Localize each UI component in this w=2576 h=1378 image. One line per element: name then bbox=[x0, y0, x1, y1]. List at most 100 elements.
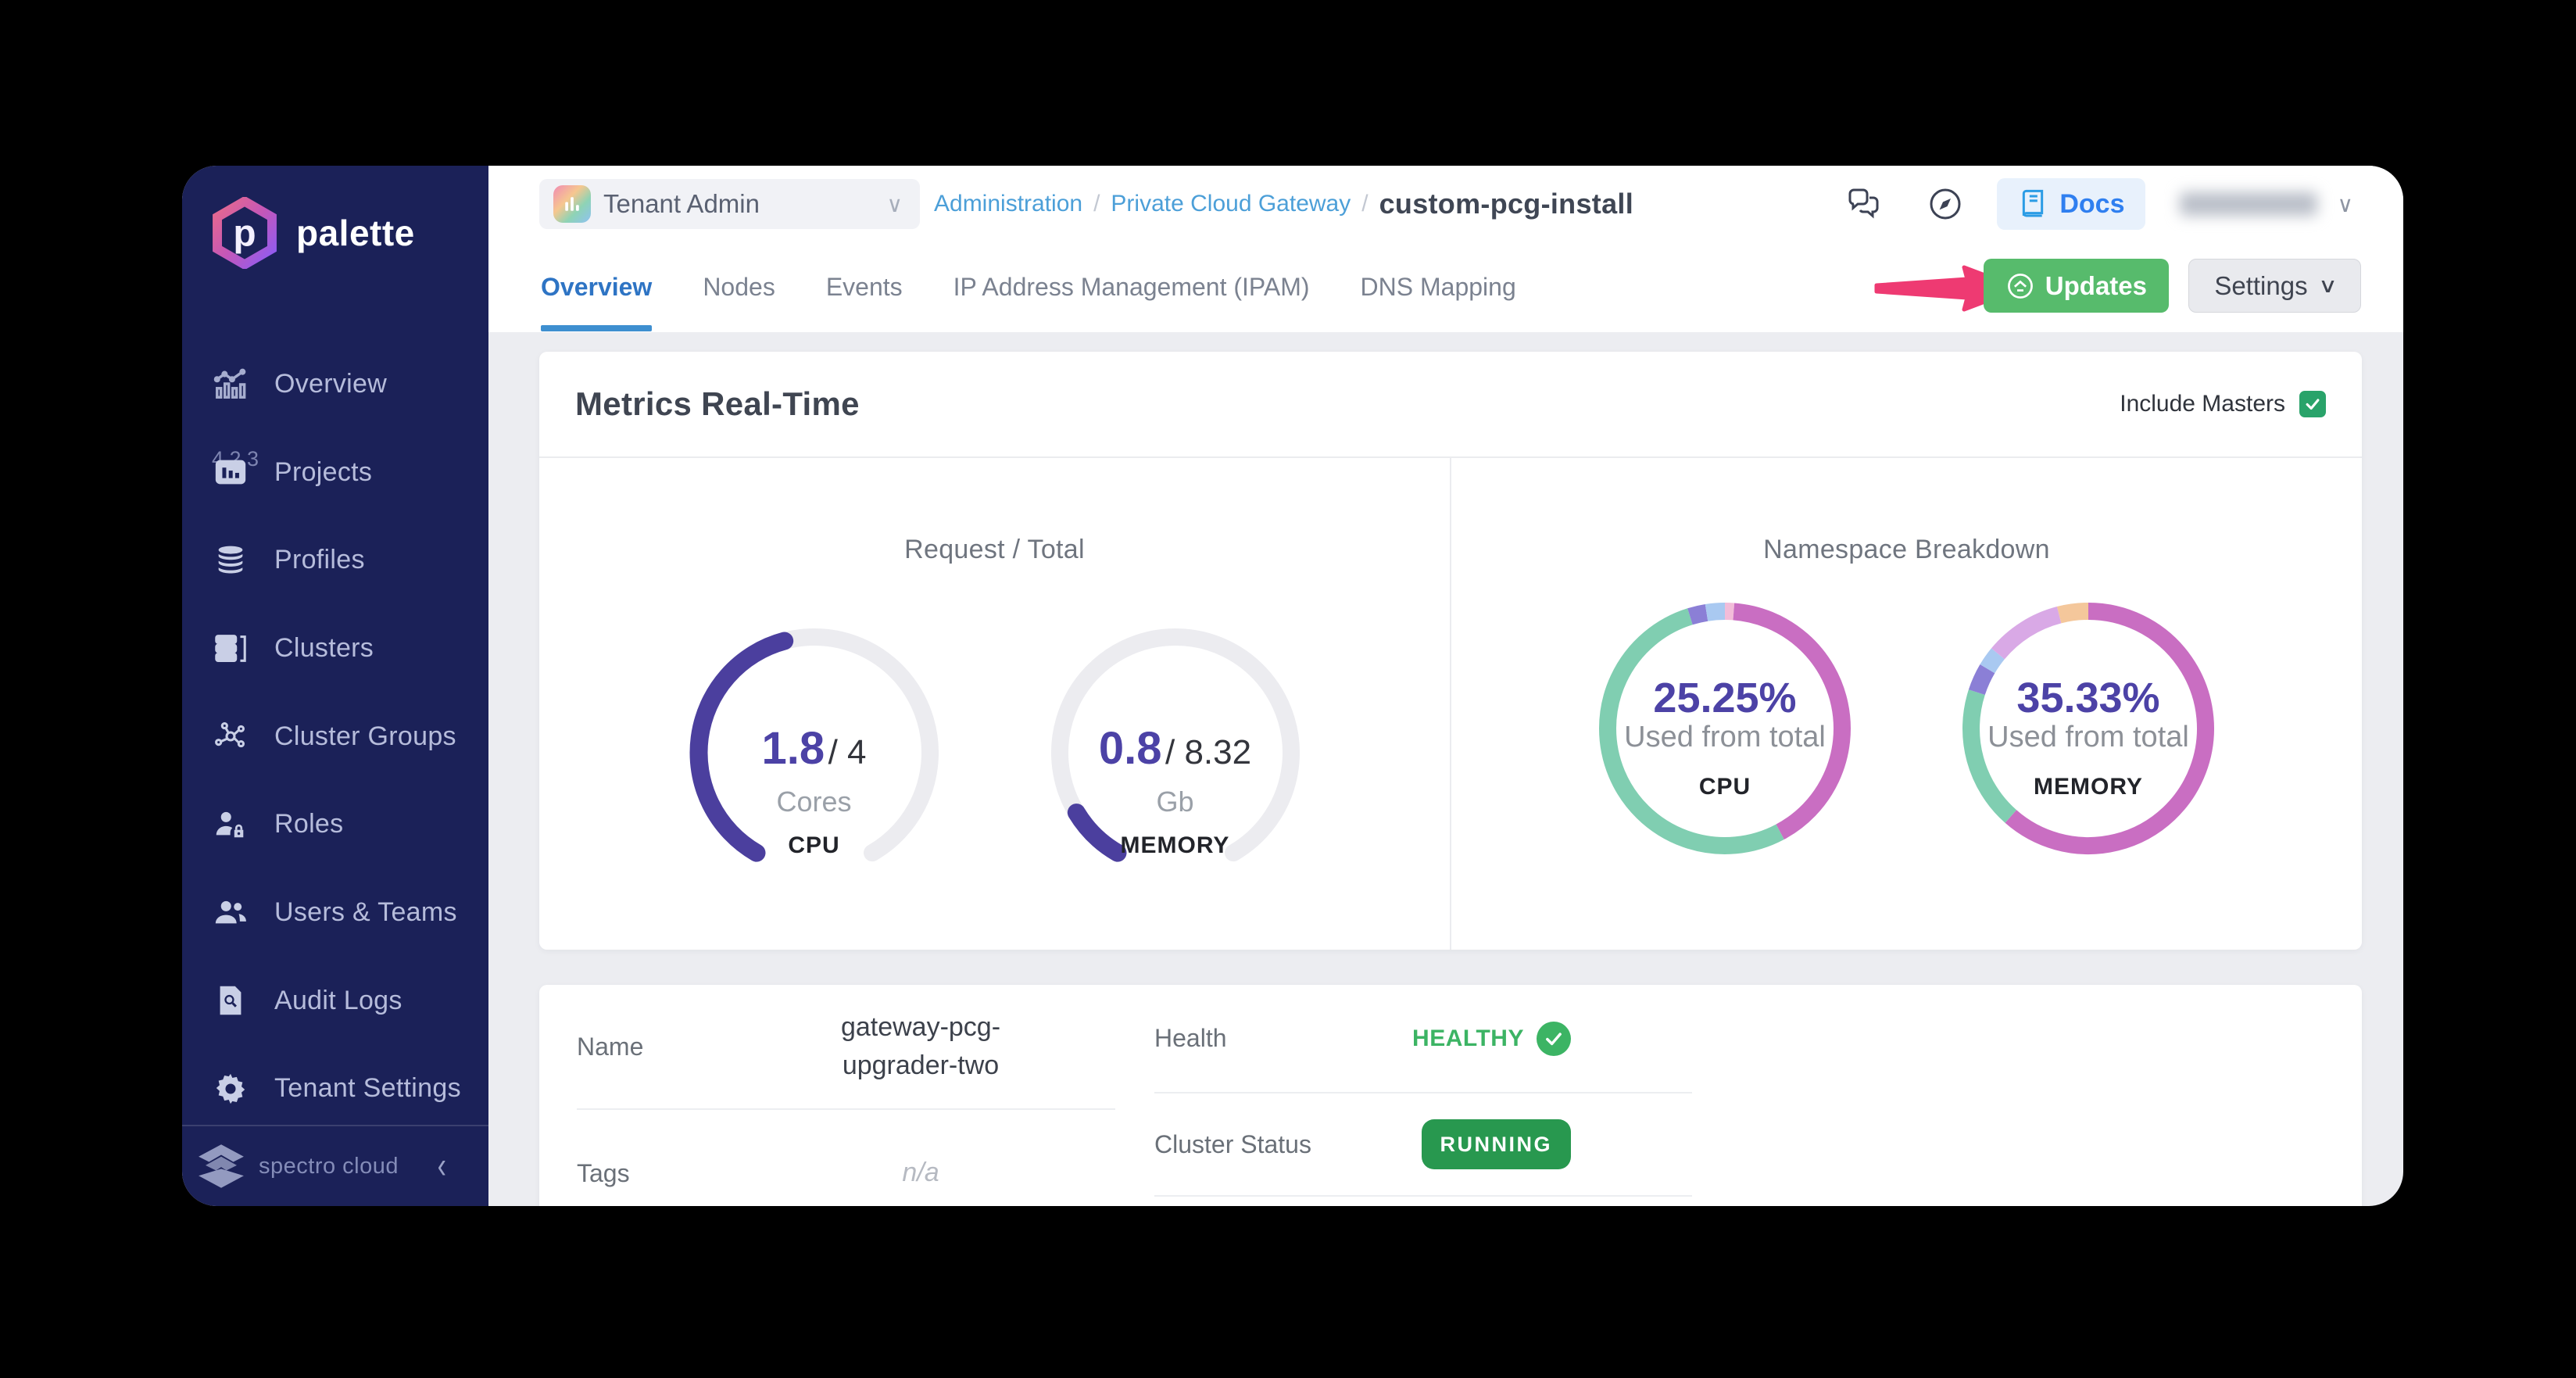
settings-label: Settings bbox=[2214, 271, 2307, 301]
health-value: HEALTHY bbox=[1412, 1022, 1571, 1056]
metrics-card-header: Metrics Real-Time Include Masters bbox=[539, 352, 2362, 456]
sidebar-item-cluster-groups[interactable]: Cluster Groups bbox=[182, 693, 488, 781]
tab-ipam[interactable]: IP Address Management (IPAM) bbox=[953, 242, 1310, 332]
logo-wordmark: palette bbox=[296, 212, 415, 254]
sidebar-item-label: Audit Logs bbox=[274, 986, 402, 1016]
check-icon bbox=[2304, 396, 2321, 413]
svg-text:p: p bbox=[233, 213, 256, 255]
memory-metric-label: MEMORY bbox=[1043, 832, 1308, 859]
docs-button[interactable]: Docs bbox=[1997, 178, 2145, 230]
sidebar-collapse-icon[interactable]: ‹ bbox=[438, 1145, 446, 1188]
metrics-title: Metrics Real-Time bbox=[575, 385, 860, 423]
metrics-card: Metrics Real-Time Include Masters Reques bbox=[539, 352, 2362, 950]
namespace-cpu-donut: 25.25% Used from total CPU bbox=[1592, 596, 1858, 861]
health-label: Health bbox=[1154, 1024, 1227, 1053]
namespace-memory-percent: 35.33% bbox=[1955, 674, 2221, 722]
metrics-body: Request / Total 1.8 / 4 Cores CPU bbox=[539, 456, 2362, 950]
topbar-actions: Docs ∨ bbox=[1845, 178, 2353, 230]
gateway-details-card: Name gateway-pcg-upgrader-two Tags n/a H… bbox=[539, 985, 2362, 1206]
main-area: Tenant Admin ∨ Administration / Private … bbox=[488, 166, 2403, 1206]
request-total-title: Request / Total bbox=[904, 535, 1085, 565]
palette-logo-icon: p bbox=[209, 197, 281, 269]
users-teams-icon bbox=[212, 893, 249, 931]
namespace-cpu-metric: CPU bbox=[1592, 774, 1858, 800]
page-actions: Updates Settings ∨ bbox=[1984, 259, 2361, 313]
tab-dns-mapping[interactable]: DNS Mapping bbox=[1361, 242, 1516, 332]
compass-icon[interactable] bbox=[1927, 185, 1964, 223]
request-total-section: Request / Total 1.8 / 4 Cores CPU bbox=[539, 458, 1451, 950]
include-masters-label: Include Masters bbox=[2120, 391, 2285, 417]
sidebar-item-label: Profiles bbox=[274, 545, 365, 575]
tab-events[interactable]: Events bbox=[826, 242, 903, 332]
include-masters-checkbox[interactable] bbox=[2299, 391, 2326, 417]
namespace-cpu-caption: Used from total bbox=[1592, 721, 1858, 754]
breadcrumb-link-private-cloud-gateway[interactable]: Private Cloud Gateway bbox=[1111, 191, 1351, 217]
running-status-badge: RUNNING bbox=[1422, 1119, 1572, 1169]
health-status-text: HEALTHY bbox=[1412, 1025, 1524, 1052]
roles-icon bbox=[212, 806, 249, 843]
sidebar-item-label: Tenant Settings bbox=[274, 1073, 461, 1104]
health-row: Health HEALTHY bbox=[1154, 985, 1692, 1093]
user-menu-chevron-icon[interactable]: ∨ bbox=[2338, 191, 2354, 217]
cluster-status-label: Cluster Status bbox=[1154, 1130, 1311, 1159]
breadcrumb-link-administration[interactable]: Administration bbox=[934, 191, 1082, 217]
memory-gauge-value: 0.8 / 8.32 bbox=[1043, 722, 1308, 775]
cpu-metric-label: CPU bbox=[682, 832, 947, 859]
name-label: Name bbox=[577, 1033, 643, 1061]
app-window: p palette 4.2.3 Overview bbox=[182, 166, 2403, 1206]
palette-logo: p palette bbox=[209, 197, 415, 269]
cpu-total-value: / 4 bbox=[828, 733, 867, 771]
tags-label: Tags bbox=[577, 1159, 630, 1188]
scope-icon bbox=[553, 185, 591, 223]
topbar: Tenant Admin ∨ Administration / Private … bbox=[488, 166, 2403, 242]
settings-button[interactable]: Settings ∨ bbox=[2188, 259, 2361, 313]
details-right-column: Health HEALTHY Cluster Status RUNNING bbox=[1154, 985, 1692, 1206]
sidebar-nav: Overview Projects Profiles bbox=[182, 340, 488, 1133]
cpu-gauge: 1.8 / 4 Cores CPU bbox=[682, 620, 947, 886]
namespace-breakdown-section: Namespace Breakdown 25.25% Used from tot… bbox=[1451, 458, 2362, 950]
namespace-memory-metric: MEMORY bbox=[1955, 774, 2221, 800]
sidebar-item-label: Cluster Groups bbox=[274, 721, 456, 752]
donuts-row: 25.25% Used from total CPU 35.33% Used f… bbox=[1592, 596, 2221, 861]
book-icon bbox=[2017, 188, 2048, 220]
update-circle-icon bbox=[2005, 271, 2035, 301]
clusters-icon bbox=[212, 629, 249, 667]
tab-nodes[interactable]: Nodes bbox=[703, 242, 775, 332]
tags-row: Tags n/a bbox=[577, 1110, 1115, 1206]
sidebar-item-clusters[interactable]: Clusters bbox=[182, 604, 488, 693]
sidebar-item-tenant-settings[interactable]: Tenant Settings bbox=[182, 1045, 488, 1133]
updates-button[interactable]: Updates bbox=[1984, 259, 2169, 313]
namespace-memory-caption: Used from total bbox=[1955, 721, 2221, 754]
cpu-unit-label: Cores bbox=[682, 786, 947, 818]
sidebar-item-projects[interactable]: Projects bbox=[182, 428, 488, 517]
gauges-row: 1.8 / 4 Cores CPU 0.8 / 8.32 bbox=[682, 620, 1308, 886]
tags-value: n/a bbox=[796, 1154, 1046, 1192]
gateway-name-value: gateway-pcg-upgrader-two bbox=[796, 1008, 1046, 1086]
overview-icon bbox=[212, 365, 249, 403]
sidebar-footer: spectro cloud ‹ bbox=[182, 1125, 488, 1206]
sidebar-item-roles[interactable]: Roles bbox=[182, 780, 488, 868]
tenant-settings-icon bbox=[212, 1070, 249, 1108]
healthy-check-icon bbox=[1537, 1022, 1571, 1056]
include-masters-control: Include Masters bbox=[2120, 391, 2326, 417]
cpu-gauge-value: 1.8 / 4 bbox=[682, 722, 947, 775]
sidebar-item-users-teams[interactable]: Users & Teams bbox=[182, 868, 488, 957]
scope-selector[interactable]: Tenant Admin ∨ bbox=[539, 179, 920, 229]
page-title: custom-pcg-install bbox=[1379, 188, 1633, 220]
memory-unit-label: Gb bbox=[1043, 786, 1308, 818]
namespace-cpu-percent: 25.25% bbox=[1592, 674, 1858, 722]
details-left-column: Name gateway-pcg-upgrader-two Tags n/a bbox=[577, 985, 1115, 1206]
user-name-redacted bbox=[2180, 192, 2317, 216]
memory-used-value: 0.8 bbox=[1099, 723, 1162, 774]
cluster-status-value: RUNNING bbox=[1422, 1119, 1572, 1169]
sidebar-item-overview[interactable]: Overview bbox=[182, 340, 488, 428]
projects-icon bbox=[212, 453, 249, 491]
tab-overview[interactable]: Overview bbox=[541, 242, 652, 332]
sidebar-item-audit-logs[interactable]: Audit Logs bbox=[182, 957, 488, 1045]
sidebar-item-profiles[interactable]: Profiles bbox=[182, 516, 488, 604]
chevron-down-icon: ∨ bbox=[2318, 274, 2338, 298]
namespace-memory-donut: 35.33% Used from total MEMORY bbox=[1955, 596, 2221, 861]
breadcrumb-separator: / bbox=[1093, 191, 1100, 217]
chat-icon[interactable] bbox=[1845, 185, 1883, 223]
updates-label: Updates bbox=[2045, 271, 2147, 301]
